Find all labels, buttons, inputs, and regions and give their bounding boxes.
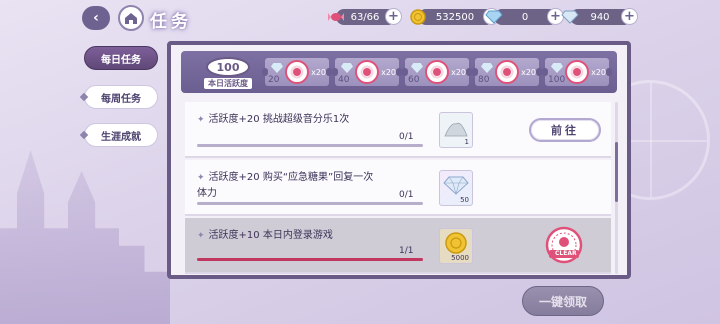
task-panel: 100 本日活跃度 x20 20 x20 40 x20 60 x20 80 x2…	[167, 41, 631, 279]
task-row: ✦ 活跃度+10 本日内登录游戏 1/1 5000 CLEAR	[185, 218, 611, 274]
clear-text: CLEAR	[555, 250, 577, 257]
rose-seal-icon	[425, 60, 449, 84]
stamina-counter: 63/66 +	[328, 8, 402, 25]
task-description: ✦ 活跃度+10 本日内登录游戏	[197, 228, 407, 244]
gold-value: 532500	[435, 11, 475, 23]
task-progress-bar	[197, 202, 423, 205]
tab-career-achievements[interactable]: 生涯成就	[79, 123, 158, 147]
rose-seal-icon	[565, 60, 589, 84]
activity-label: 本日活跃度	[204, 78, 252, 89]
task-line-1: 活跃度+10 本日内登录游戏	[208, 230, 333, 241]
powder-icon	[444, 122, 468, 137]
rose-seal-icon	[285, 60, 309, 84]
task-list-scrollbar[interactable]	[615, 102, 618, 274]
gold-counter: 532500 +	[410, 8, 500, 25]
milestone-reward-60[interactable]: x20 60	[402, 58, 472, 86]
diamond-icon	[271, 63, 283, 73]
clear-stamp: CLEAR	[541, 226, 587, 264]
diamond-bullet-icon	[79, 92, 89, 102]
task-line-1: 活跃度+20 购买“应急糖果”回复一次	[208, 172, 374, 183]
task-description: ✦ 活跃度+20 购买“应急糖果”回复一次 体力	[197, 170, 407, 201]
task-progress-count: 0/1	[399, 132, 414, 142]
add-stamina-button[interactable]: +	[385, 8, 402, 25]
reward-item[interactable]: 5000	[439, 228, 473, 264]
diamond-icon	[481, 63, 493, 73]
task-progress-count: 1/1	[399, 246, 414, 256]
rose-seal-icon	[355, 60, 379, 84]
claim-all-button[interactable]: 一键领取	[522, 286, 604, 316]
activity-meter: 100 本日活跃度	[197, 53, 259, 93]
home-button[interactable]	[118, 5, 144, 31]
add-diamond-button[interactable]: +	[621, 8, 638, 25]
diamond-icon	[443, 176, 469, 195]
milestone-qty: x20	[451, 68, 466, 77]
task-list[interactable]: ✦ 活跃度+20 挑战超级音分乐1次 0/1 1 前往 ✦ 活跃度+20 购买“应急…	[185, 102, 611, 274]
stamina-value: 63/66	[350, 11, 380, 23]
milestone-reward-80[interactable]: x20 80	[472, 58, 542, 86]
task-row: ✦ 活跃度+20 挑战超级音分乐1次 0/1 1 前往	[185, 102, 611, 158]
gem-value: 0	[521, 11, 529, 23]
reward-item[interactable]: 50	[439, 170, 473, 206]
milestone-qty: x20	[591, 68, 606, 77]
milestone-qty: x20	[311, 68, 326, 77]
home-icon	[125, 13, 137, 24]
tab-daily-tasks[interactable]: 每日任务	[84, 46, 158, 70]
castle-silhouette	[0, 150, 170, 324]
task-progress-bar	[197, 258, 423, 261]
milestone-qty: x20	[521, 68, 536, 77]
tab-weekly-tasks[interactable]: 每周任务	[79, 85, 158, 109]
back-button[interactable]: ‹	[82, 6, 110, 30]
sparkle-bullet-icon: ✦	[197, 115, 205, 125]
gold-coin-icon	[408, 7, 428, 27]
milestone-reward-40[interactable]: x20 40	[332, 58, 402, 86]
milestone-threshold: 100	[548, 75, 566, 85]
go-button[interactable]: 前往	[529, 118, 601, 142]
ticket-notch	[606, 68, 612, 76]
candy-icon	[326, 7, 346, 27]
milestone-reward-100[interactable]: x20 100	[542, 58, 612, 86]
milestone-threshold: 40	[338, 75, 350, 85]
tab-label: 每日任务	[101, 54, 141, 66]
top-bar: ‹ 任务 63/66 + 532500 + 0 + 940 +	[0, 0, 720, 36]
gold-coin-icon	[445, 232, 467, 254]
sparkle-bullet-icon: ✦	[197, 173, 205, 183]
diamond-icon	[551, 63, 563, 73]
task-progress-count: 0/1	[399, 190, 414, 200]
reward-qty: 1	[464, 138, 469, 146]
rose-seal-icon	[495, 60, 519, 84]
tab-label: 每周任务	[101, 93, 141, 105]
milestone-threshold: 20	[268, 75, 280, 85]
back-arrow-icon: ‹	[93, 10, 99, 26]
task-progress-bar	[197, 144, 423, 147]
activity-progress-band: 100 本日活跃度 x20 20 x20 40 x20 60 x20 80 x2…	[181, 51, 617, 93]
diamond-icon	[341, 63, 353, 73]
blue-diamond-icon	[484, 7, 504, 27]
task-row: ✦ 活跃度+20 购买“应急糖果”回复一次 体力 0/1 50	[185, 160, 611, 216]
scrollbar-thumb[interactable]	[615, 142, 618, 202]
milestone-qty: x20	[381, 68, 396, 77]
task-line-1: 活跃度+20 挑战超级音分乐1次	[208, 114, 350, 125]
gem-counter: 0 +	[485, 8, 564, 25]
clear-stamp-icon	[545, 226, 583, 264]
milestone-reward-20[interactable]: x20 20	[262, 58, 332, 86]
page-title: 任务	[150, 12, 192, 32]
task-line-2: 体力	[197, 188, 217, 199]
milestone-threshold: 80	[478, 75, 490, 85]
reward-qty: 50	[460, 196, 469, 204]
diamond-icon	[411, 63, 423, 73]
diamond-bullet-icon	[79, 130, 89, 140]
diamond-icon	[560, 7, 580, 27]
diamond-value: 940	[590, 11, 610, 23]
reward-item[interactable]: 1	[439, 112, 473, 148]
task-description: ✦ 活跃度+20 挑战超级音分乐1次	[197, 112, 407, 128]
tab-label: 生涯成就	[101, 131, 141, 143]
reward-qty: 5000	[451, 254, 469, 262]
activity-value: 100	[206, 57, 250, 77]
sparkle-bullet-icon: ✦	[197, 231, 205, 241]
diamond-counter: 940 +	[561, 8, 638, 25]
milestone-threshold: 60	[408, 75, 420, 85]
